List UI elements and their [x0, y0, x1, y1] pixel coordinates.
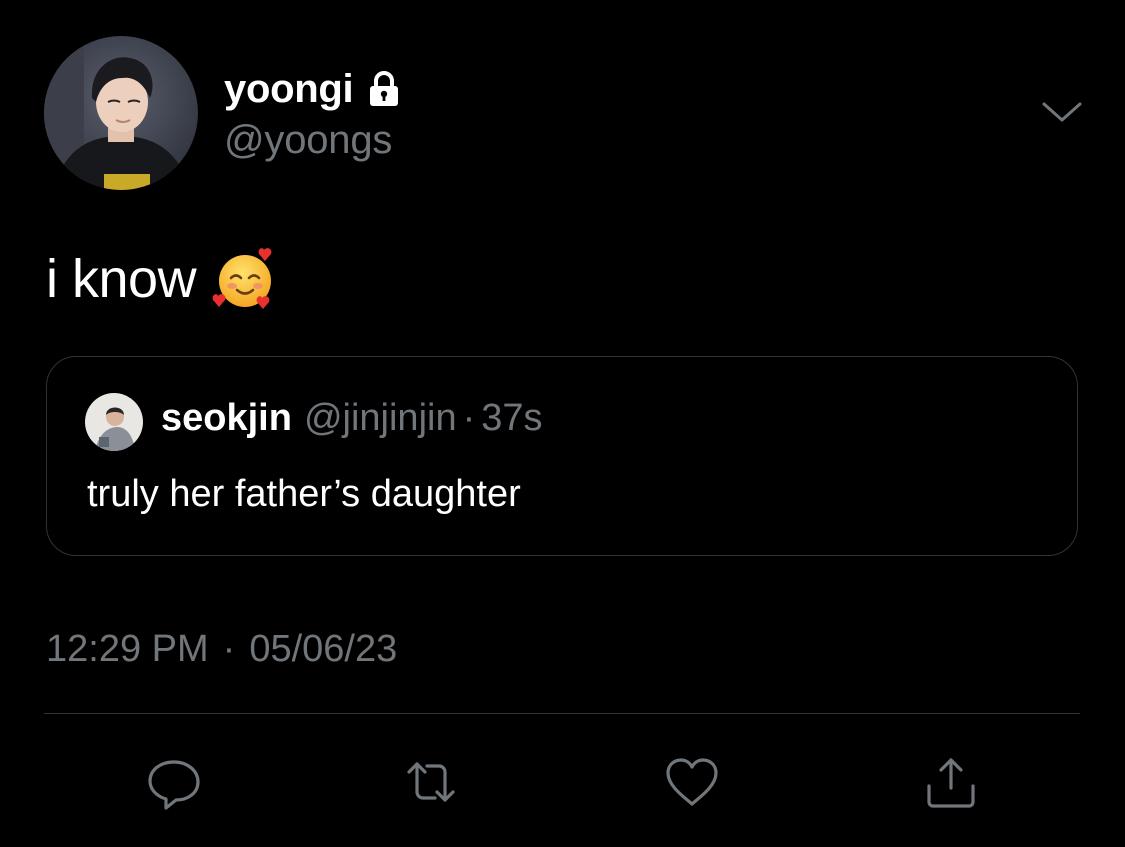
quoted-handle[interactable]: @jinjinjin — [304, 397, 457, 440]
quoted-author-avatar[interactable] — [85, 393, 143, 451]
quoted-tweet-header: seokjin @jinjinjin · 37s — [161, 397, 543, 440]
divider — [44, 713, 1080, 714]
lock-icon — [365, 70, 403, 108]
retweet-button[interactable] — [401, 752, 461, 812]
timestamp-separator: · — [222, 628, 236, 670]
author-avatar[interactable] — [44, 36, 198, 190]
quoted-time-ago: 37s — [481, 397, 543, 439]
tweet-detail: yoongi @yoongs i know seokjin @jinjinjin… — [0, 0, 1125, 847]
chevron-down-icon[interactable] — [1040, 96, 1084, 126]
quoted-display-name[interactable]: seokjin — [161, 397, 292, 440]
tweet-time: 12:29 PM — [46, 628, 209, 670]
quoted-tweet-card[interactable]: seokjin @jinjinjin · 37s truly her fathe… — [46, 356, 1078, 556]
quoted-tweet-text: truly her father’s daughter — [87, 473, 521, 515]
tweet-text-content: i know — [46, 249, 197, 309]
like-button[interactable] — [662, 752, 722, 812]
quoted-separator: · — [462, 397, 476, 439]
tweet-date: 05/06/23 — [249, 628, 398, 670]
share-button[interactable] — [921, 752, 981, 812]
author-name-row[interactable]: yoongi — [224, 64, 403, 114]
share-icon — [927, 758, 975, 808]
tweet-text: i know — [46, 244, 278, 314]
reply-button[interactable] — [144, 752, 204, 812]
smiling-face-with-hearts-icon — [212, 246, 278, 312]
reply-icon — [148, 760, 200, 810]
author-handle[interactable]: @yoongs — [224, 118, 392, 163]
author-display-name[interactable]: yoongi — [224, 67, 354, 112]
tweet-timestamp: 12:29 PM · 05/06/23 — [46, 628, 397, 671]
retweet-icon — [407, 762, 455, 802]
like-icon — [666, 758, 718, 806]
